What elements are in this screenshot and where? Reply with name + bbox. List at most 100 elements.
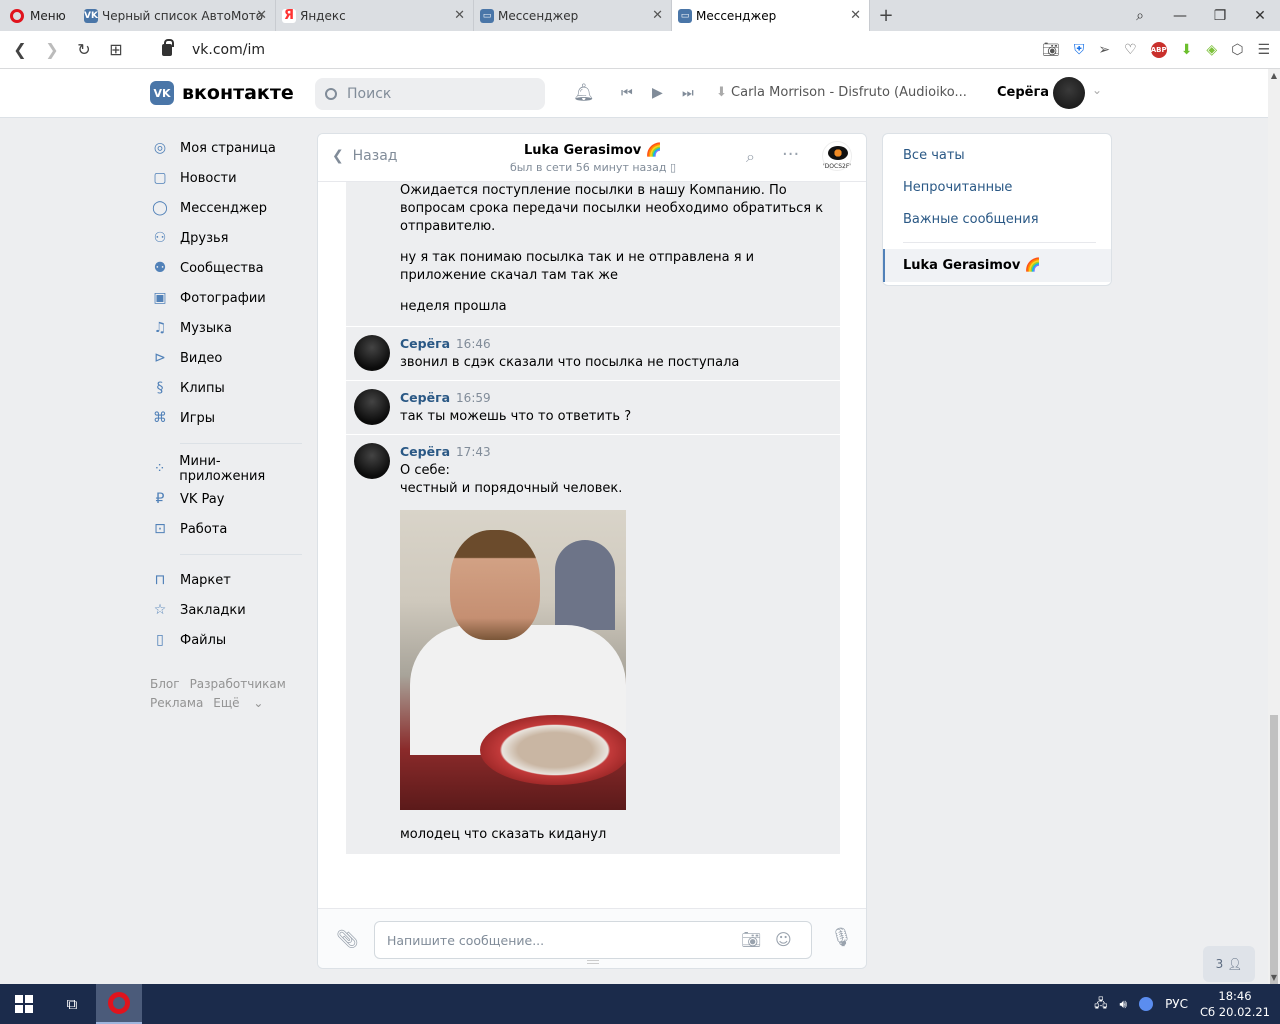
tab-search-icon[interactable]: ⌕ — [1120, 8, 1160, 24]
taskbar-clock[interactable]: 18:46 Сб 20.02.21 — [1200, 988, 1270, 1020]
message-author[interactable]: Серёга — [400, 390, 450, 405]
market-icon: ⊓ — [154, 572, 166, 588]
close-tab-icon[interactable]: ✕ — [652, 8, 663, 23]
filter-important[interactable]: Важные сообщения — [883, 203, 1111, 235]
author-avatar[interactable] — [354, 443, 390, 479]
nav-item-news[interactable]: ▢ Новости — [150, 163, 302, 193]
url-field[interactable]: vk.com/im — [162, 38, 265, 58]
search-messages-icon[interactable]: ⌕ — [746, 147, 755, 167]
message-input-placeholder: Напишите сообщение... — [387, 932, 545, 948]
shield-icon[interactable]: ⛨ — [1074, 42, 1085, 58]
nav-item-market[interactable]: ⊓ Маркет — [150, 565, 302, 595]
search-input[interactable]: Поиск — [315, 78, 545, 110]
footer-link-more[interactable]: Ещё ⌄ — [213, 696, 273, 710]
nav-item-video[interactable]: ⊳ Видео — [150, 343, 302, 373]
attach-icon[interactable]: 📎︎ — [336, 929, 359, 950]
close-tab-icon[interactable]: ✕ — [256, 8, 267, 23]
heart-icon[interactable]: ♡ — [1124, 42, 1137, 58]
cube-icon[interactable]: ⬡ — [1231, 42, 1243, 58]
friends-online-badge[interactable]: 3 👤︎ — [1203, 946, 1255, 982]
message-time[interactable]: 16:59 — [456, 391, 491, 405]
active-chat-item[interactable]: Luka Gerasimov 🌈 — [883, 249, 1111, 282]
task-view-icon[interactable]: ⧉ — [48, 995, 96, 1013]
footer-link-developers[interactable]: Разработчикам — [190, 677, 286, 691]
scroll-down-icon[interactable]: ▼ — [1268, 973, 1280, 982]
opera-menu-button[interactable]: Меню — [0, 0, 78, 31]
header-user-name[interactable]: Серёга — [997, 85, 1049, 100]
forward-arrow-icon[interactable]: ❯ — [36, 40, 68, 59]
vk-logo[interactable]: VK вконтакте — [150, 81, 294, 105]
nav-item-my-page[interactable]: ◎ Моя страница — [150, 133, 302, 163]
chevron-down-icon[interactable]: ⌄ — [1092, 83, 1102, 97]
browser-tab[interactable]: ▭ Мессенджер ✕ — [474, 0, 672, 31]
nav-item-clips[interactable]: § Клипы — [150, 373, 302, 403]
minimize-button[interactable]: — — [1160, 8, 1200, 24]
emoji-icon[interactable]: ☺ — [775, 930, 792, 949]
message-author[interactable]: Серёга — [400, 444, 450, 459]
camera-icon[interactable]: 📷︎ — [741, 930, 761, 949]
footer-link-blog[interactable]: Блог — [150, 677, 180, 691]
extension-cube-icon[interactable]: ◈ — [1206, 42, 1217, 58]
nav-item-photos[interactable]: ▣ Фотографии — [150, 283, 302, 313]
new-tab-button[interactable]: + — [874, 5, 898, 26]
peer-avatar[interactable]: 'DOCS2F' — [822, 141, 852, 171]
footer-link-ads[interactable]: Реклама — [150, 696, 203, 710]
message-time[interactable]: 16:46 — [456, 337, 491, 351]
taskbar-opera-button[interactable] — [96, 984, 142, 1024]
adblock-icon[interactable]: ABP — [1150, 41, 1167, 58]
chat-header: ❮ Назад Luka Gerasimov 🌈 был в сети 56 м… — [318, 134, 866, 182]
scroll-thumb[interactable] — [1270, 715, 1278, 985]
nav-item-games[interactable]: ⌘ Игры — [150, 403, 302, 433]
scroll-up-icon[interactable]: ▲ — [1268, 71, 1280, 80]
camera-icon[interactable]: 📷︎ — [1042, 42, 1060, 58]
previous-track-icon[interactable]: ⏮ — [621, 86, 633, 101]
nav-item-music[interactable]: ♫ Музыка — [150, 313, 302, 343]
resize-handle[interactable] — [587, 960, 599, 964]
volume-icon[interactable]: 🔊︎ — [1120, 997, 1128, 1012]
photo-attachment[interactable] — [400, 510, 626, 810]
nav-item-vk-pay[interactable]: ₽ VK Pay — [150, 484, 302, 514]
start-button[interactable] — [0, 984, 48, 1024]
message-time[interactable]: 17:43 — [456, 445, 491, 459]
nav-item-messenger[interactable]: ◯ Мессенджер — [150, 193, 302, 223]
message-input[interactable]: Напишите сообщение... 📷︎ ☺ — [374, 921, 812, 959]
bell-icon[interactable]: 🔔︎ — [573, 83, 595, 103]
filter-all-chats[interactable]: Все чаты — [883, 139, 1111, 171]
speed-dial-icon[interactable]: ⊞ — [100, 40, 132, 59]
browser-tab[interactable]: VK Черный список АвтоМото ✕ — [78, 0, 276, 31]
nav-item-bookmarks[interactable]: ☆ Закладки — [150, 595, 302, 625]
nav-item-mini-apps[interactable]: ⁘ Мини-приложения — [150, 454, 302, 484]
close-tab-icon[interactable]: ✕ — [454, 8, 465, 23]
now-playing-track[interactable]: ⬇ Carla Morrison - Disfruto (Audioiko... — [716, 85, 967, 100]
skype-icon[interactable] — [1139, 997, 1154, 1011]
opera-logo-icon — [108, 992, 130, 1014]
microphone-icon[interactable]: 🎙︎ — [830, 927, 853, 948]
back-arrow-icon[interactable]: ❮ — [4, 40, 36, 59]
restore-button[interactable]: ❐ — [1200, 8, 1240, 24]
easy-setup-icon[interactable]: ☰ — [1257, 42, 1270, 58]
close-tab-icon[interactable]: ✕ — [850, 8, 861, 23]
browser-tab-active[interactable]: ▭ Мессенджер ✕ — [672, 0, 870, 31]
language-indicator[interactable]: РУС — [1165, 997, 1188, 1011]
nav-item-files[interactable]: ▯ Файлы — [150, 625, 302, 655]
nav-item-friends[interactable]: ⚇ Друзья — [150, 223, 302, 253]
now-playing-text: Carla Morrison - Disfruto (Audioiko... — [731, 85, 967, 100]
network-icon[interactable]: 🖧︎ — [1094, 994, 1107, 1015]
nav-item-work[interactable]: ⊡ Работа — [150, 514, 302, 544]
browser-tab[interactable]: Я Яндекс ✕ — [276, 0, 474, 31]
news-icon: ▢ — [153, 170, 167, 186]
more-actions-icon[interactable]: ··· — [782, 144, 799, 165]
reload-icon[interactable]: ↻ — [68, 40, 100, 59]
filter-unread[interactable]: Непрочитанные — [883, 171, 1111, 203]
author-avatar[interactable] — [354, 389, 390, 425]
author-avatar[interactable] — [354, 335, 390, 371]
close-window-button[interactable]: ✕ — [1240, 8, 1280, 24]
send-icon[interactable]: ➢ — [1098, 42, 1110, 58]
play-icon[interactable]: ▶ — [652, 85, 663, 101]
page-scrollbar[interactable]: ▲ ▼ — [1268, 69, 1280, 985]
header-avatar[interactable] — [1053, 77, 1085, 109]
nav-item-communities[interactable]: ⚉ Сообщества — [150, 253, 302, 283]
download-icon[interactable]: ⬇ — [1181, 42, 1193, 58]
next-track-icon[interactable]: ⏭ — [682, 86, 694, 101]
message-author[interactable]: Серёга — [400, 336, 450, 351]
